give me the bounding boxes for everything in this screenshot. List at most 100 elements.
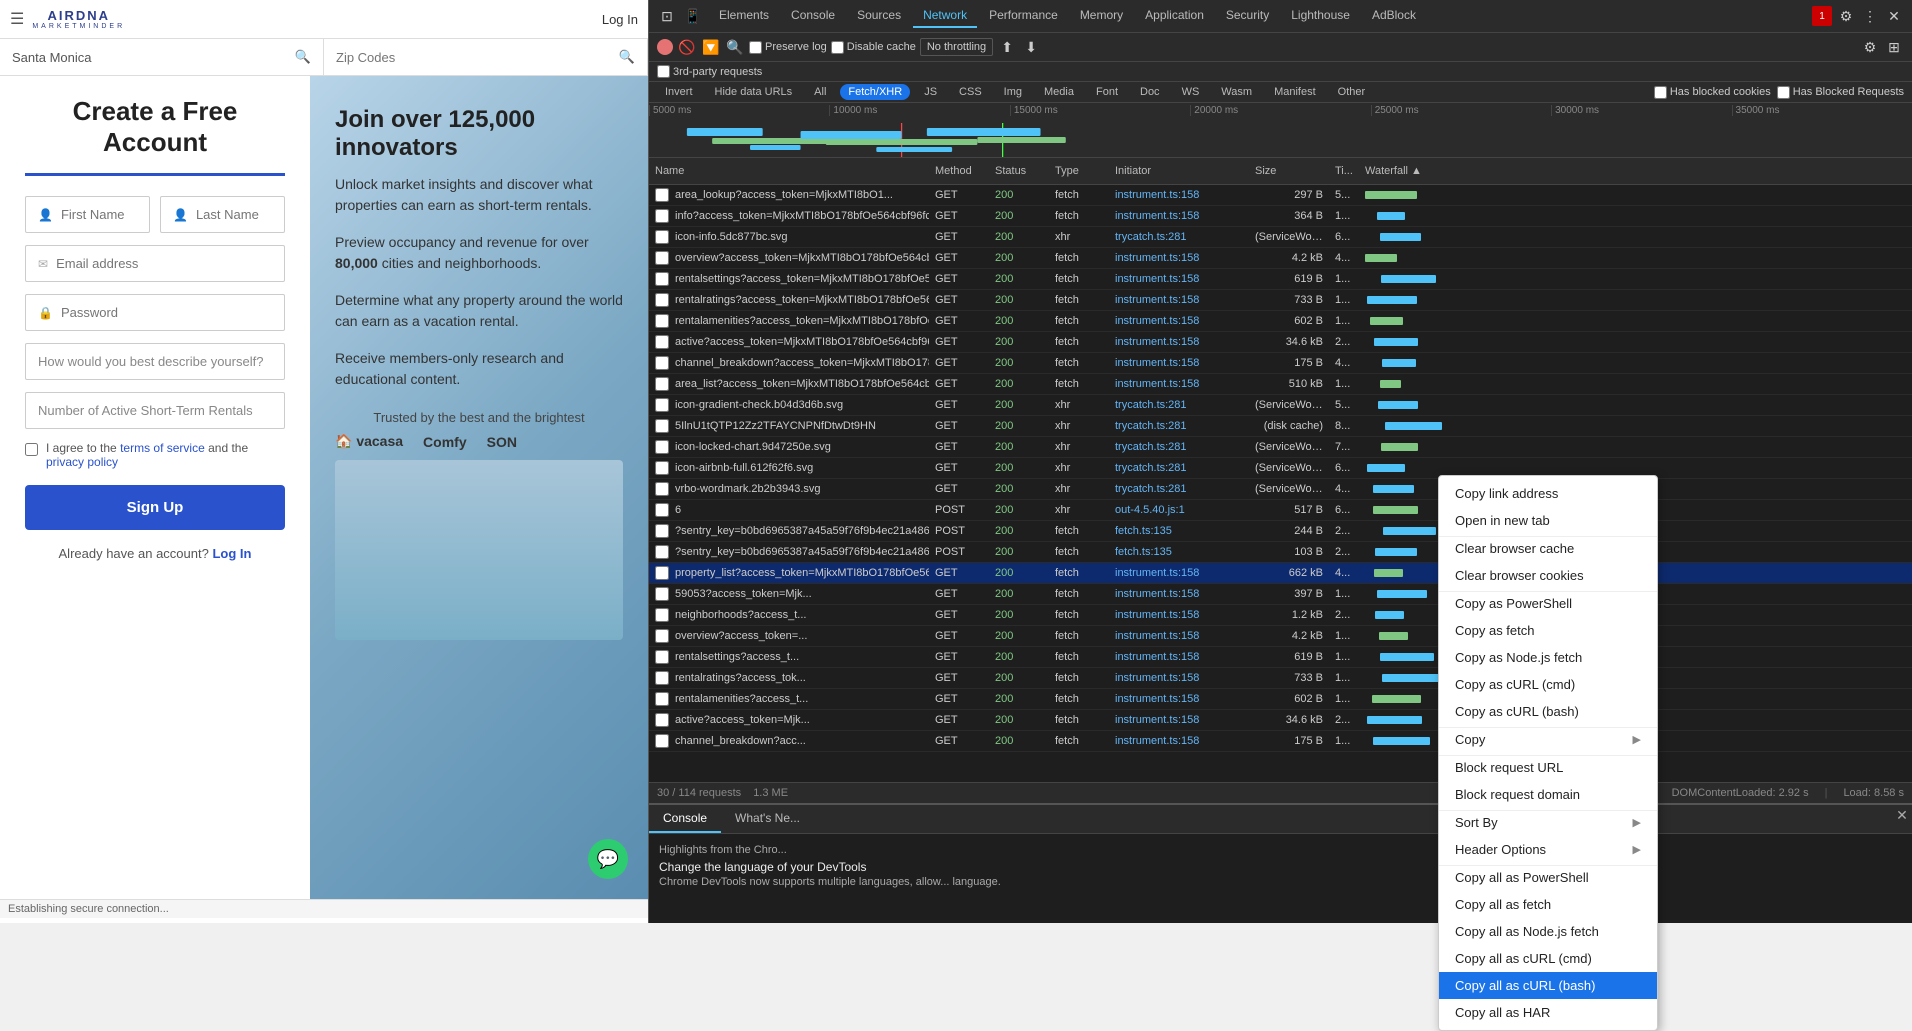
table-row[interactable]: active?access_token=MjkxMTI8bO178bfOe564… bbox=[649, 332, 1912, 353]
email-input[interactable] bbox=[56, 256, 272, 271]
filter-doc[interactable]: Doc bbox=[1132, 84, 1168, 100]
filter-font[interactable]: Font bbox=[1088, 84, 1126, 100]
context-menu-item[interactable]: Copy link address bbox=[1439, 480, 1657, 507]
table-row[interactable]: rentalratings?access_tok... GET 200 fetc… bbox=[649, 668, 1912, 689]
table-row[interactable]: 5IlnU1tQTP12Zz2TFAYCNPNfDtwDt9HN GET 200… bbox=[649, 416, 1912, 437]
filter-css[interactable]: CSS bbox=[951, 84, 990, 100]
password-input[interactable] bbox=[61, 305, 272, 320]
has-blocked-requests-checkbox[interactable] bbox=[1777, 86, 1790, 99]
tab-performance[interactable]: Performance bbox=[979, 4, 1068, 28]
row-checkbox[interactable] bbox=[655, 650, 669, 664]
filter-fetch-xhr[interactable]: Fetch/XHR bbox=[840, 84, 910, 100]
row-checkbox[interactable] bbox=[655, 251, 669, 265]
table-row[interactable]: ?sentry_key=b0bd6965387a45a59f76f9b4ec21… bbox=[649, 542, 1912, 563]
table-row[interactable]: ?sentry_key=b0bd6965387a45a59f76f9b4ec21… bbox=[649, 521, 1912, 542]
row-checkbox[interactable] bbox=[655, 314, 669, 328]
last-name-input[interactable] bbox=[196, 207, 272, 222]
row-checkbox[interactable] bbox=[655, 482, 669, 496]
clear-icon[interactable]: 🚫 bbox=[677, 37, 697, 57]
context-menu-item[interactable]: Copy as cURL (cmd) bbox=[1439, 671, 1657, 698]
third-party-checkbox[interactable] bbox=[657, 65, 670, 78]
table-row[interactable]: property_list?access_token=MjkxMTI8bO178… bbox=[649, 563, 1912, 584]
tab-memory[interactable]: Memory bbox=[1070, 4, 1133, 28]
row-checkbox[interactable] bbox=[655, 503, 669, 517]
terms-checkbox[interactable] bbox=[25, 443, 38, 456]
table-row[interactable]: icon-airbnb-full.612f62f6.svg GET 200 xh… bbox=[649, 458, 1912, 479]
context-menu-item[interactable]: Open in new tab bbox=[1439, 507, 1657, 534]
row-checkbox[interactable] bbox=[655, 734, 669, 748]
row-checkbox[interactable] bbox=[655, 713, 669, 727]
table-row[interactable]: channel_breakdown?acc... GET 200 fetch i… bbox=[649, 731, 1912, 752]
table-row[interactable]: area_list?access_token=MjkxMTI8bO178bfOe… bbox=[649, 374, 1912, 395]
tab-elements[interactable]: Elements bbox=[709, 4, 779, 28]
context-menu-item[interactable]: Copy▶ bbox=[1439, 727, 1657, 753]
export-icon[interactable]: ⬇ bbox=[1021, 37, 1041, 57]
context-menu-item[interactable]: Sort By▶ bbox=[1439, 810, 1657, 836]
th-type[interactable]: Type bbox=[1049, 162, 1109, 180]
search-icon[interactable]: 🔍 bbox=[725, 37, 745, 57]
table-row[interactable]: area_lookup?access_token=MjkxMTI8bO1... … bbox=[649, 185, 1912, 206]
row-checkbox[interactable] bbox=[655, 188, 669, 202]
tab-sources[interactable]: Sources bbox=[847, 4, 911, 28]
record-button[interactable] bbox=[657, 39, 673, 55]
context-menu-item[interactable]: Copy all as cURL (cmd) bbox=[1439, 945, 1657, 972]
th-size[interactable]: Size bbox=[1249, 162, 1329, 180]
row-checkbox[interactable] bbox=[655, 524, 669, 538]
context-menu-item[interactable]: Clear browser cookies bbox=[1439, 562, 1657, 589]
zipcode-search-icon[interactable]: 🔍 bbox=[619, 49, 635, 65]
tab-console[interactable]: Console bbox=[781, 4, 845, 28]
context-menu-item[interactable]: Block request domain bbox=[1439, 781, 1657, 808]
row-checkbox[interactable] bbox=[655, 272, 669, 286]
row-checkbox[interactable] bbox=[655, 440, 669, 454]
th-waterfall[interactable]: Waterfall ▲ bbox=[1359, 162, 1912, 180]
context-menu-item[interactable]: Copy all as Node.js fetch bbox=[1439, 918, 1657, 945]
context-menu-item[interactable]: Copy all as HAR bbox=[1439, 999, 1657, 1026]
login-button[interactable]: Log In bbox=[602, 12, 638, 27]
table-row[interactable]: vrbo-wordmark.2b2b3943.svg GET 200 xhr t… bbox=[649, 479, 1912, 500]
filter-hide-data-urls[interactable]: Hide data URLs bbox=[707, 84, 801, 100]
context-menu-item[interactable]: Copy as fetch bbox=[1439, 617, 1657, 644]
table-row[interactable]: rentalamenities?access_t... GET 200 fetc… bbox=[649, 689, 1912, 710]
dt-more-icon[interactable]: ⋮ bbox=[1860, 6, 1880, 26]
row-checkbox[interactable] bbox=[655, 608, 669, 622]
zipcode-search-input[interactable] bbox=[336, 50, 619, 65]
context-menu-item[interactable]: Copy as PowerShell bbox=[1439, 591, 1657, 617]
filter-ws[interactable]: WS bbox=[1174, 84, 1208, 100]
dt-settings2-icon[interactable]: ⚙ bbox=[1860, 37, 1880, 57]
context-menu-item[interactable]: Copy as cURL (bash) bbox=[1439, 698, 1657, 725]
table-row[interactable]: rentalsettings?access_t... GET 200 fetch… bbox=[649, 647, 1912, 668]
throttling-select[interactable]: No throttling bbox=[920, 38, 993, 56]
filter-img[interactable]: Img bbox=[996, 84, 1030, 100]
context-menu-item[interactable]: Copy all as fetch bbox=[1439, 891, 1657, 918]
row-checkbox[interactable] bbox=[655, 356, 669, 370]
privacy-link[interactable]: privacy policy bbox=[46, 455, 118, 469]
terms-link[interactable]: terms of service bbox=[120, 441, 205, 455]
location-search-icon[interactable]: 🔍 bbox=[295, 49, 311, 65]
row-checkbox[interactable] bbox=[655, 335, 669, 349]
filter-wasm[interactable]: Wasm bbox=[1213, 84, 1260, 100]
th-method[interactable]: Method bbox=[929, 162, 989, 180]
context-menu-item[interactable]: Clear browser cache bbox=[1439, 536, 1657, 562]
context-menu-item[interactable]: Copy all as cURL (bash) bbox=[1439, 972, 1657, 999]
location-search-input[interactable] bbox=[12, 50, 295, 65]
th-name[interactable]: Name bbox=[649, 162, 929, 180]
tab-adblock[interactable]: AdBlock bbox=[1362, 4, 1426, 28]
chat-bubble[interactable]: 💬 bbox=[588, 839, 628, 879]
table-row[interactable]: icon-gradient-check.b04d3d6b.svg GET 200… bbox=[649, 395, 1912, 416]
table-row[interactable]: rentalratings?access_token=MjkxMTI8bO178… bbox=[649, 290, 1912, 311]
row-checkbox[interactable] bbox=[655, 587, 669, 601]
row-checkbox[interactable] bbox=[655, 209, 669, 223]
context-menu-item[interactable]: Block request URL bbox=[1439, 755, 1657, 781]
filter-manifest[interactable]: Manifest bbox=[1266, 84, 1324, 100]
filter-other[interactable]: Other bbox=[1330, 84, 1374, 100]
filter-all[interactable]: All bbox=[806, 84, 834, 100]
table-row[interactable]: channel_breakdown?access_token=MjkxMTI8b… bbox=[649, 353, 1912, 374]
table-row[interactable]: 59053?access_token=Mjk... GET 200 fetch … bbox=[649, 584, 1912, 605]
row-checkbox[interactable] bbox=[655, 692, 669, 706]
row-checkbox[interactable] bbox=[655, 377, 669, 391]
table-row[interactable]: rentalamenities?access_token=MjkxMTI8bO1… bbox=[649, 311, 1912, 332]
filter-js[interactable]: JS bbox=[916, 84, 945, 100]
row-checkbox[interactable] bbox=[655, 230, 669, 244]
filter-media[interactable]: Media bbox=[1036, 84, 1082, 100]
dt-dock-icon[interactable]: ⊞ bbox=[1884, 37, 1904, 57]
